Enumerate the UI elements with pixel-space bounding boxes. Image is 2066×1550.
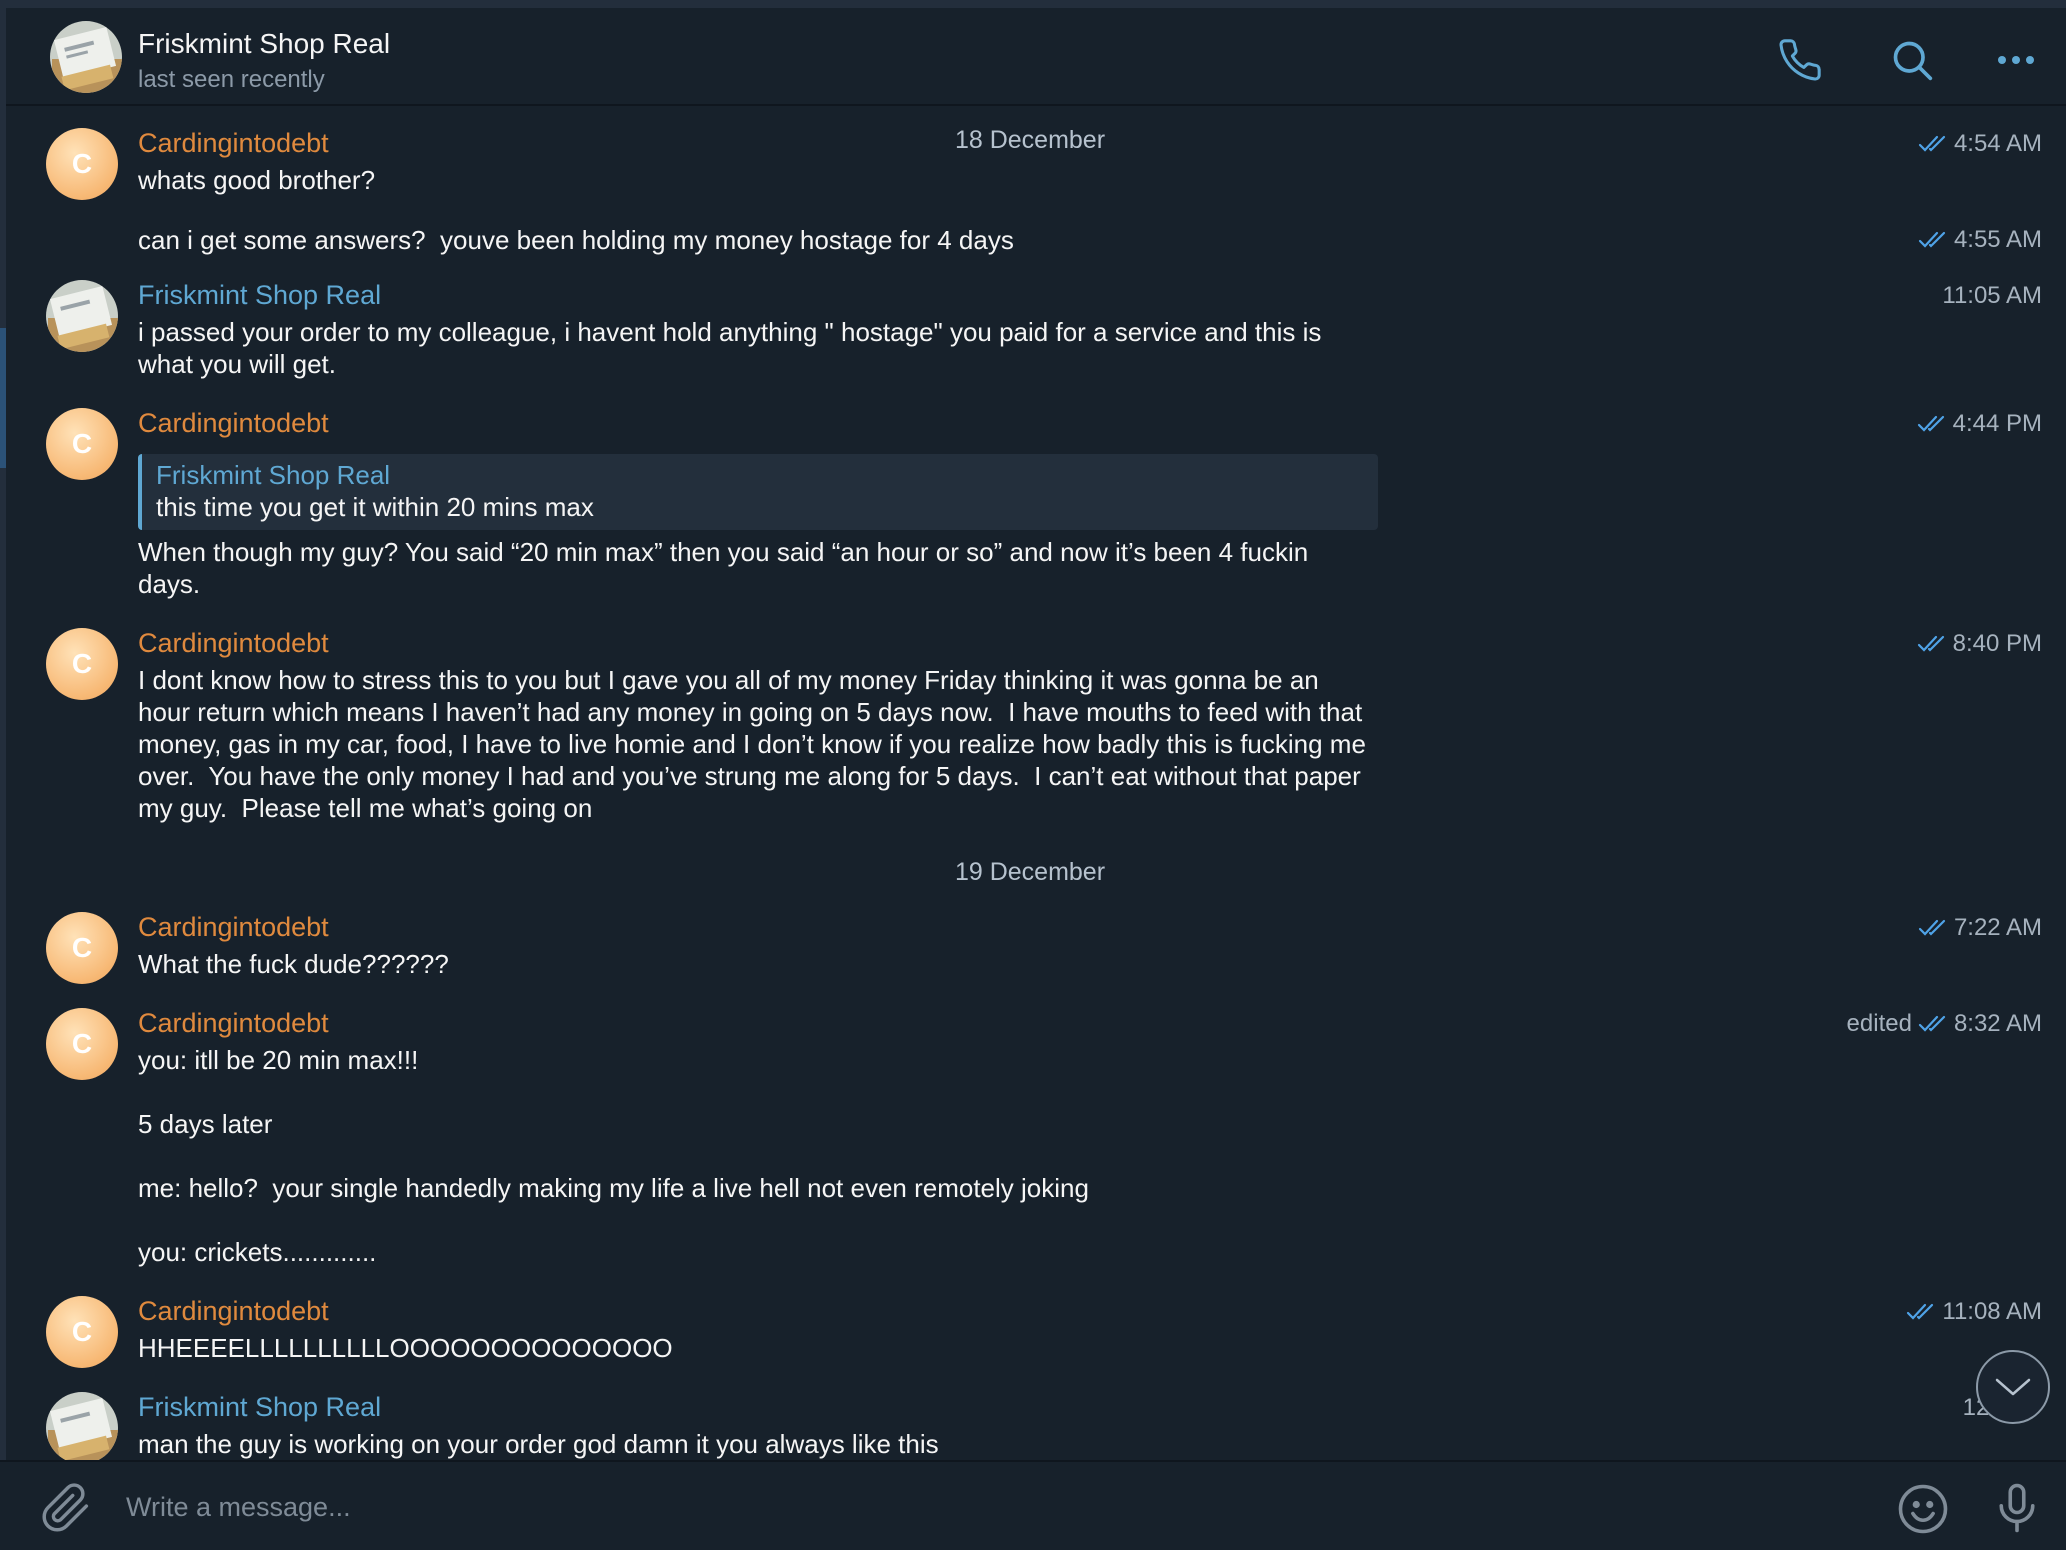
read-checks-icon xyxy=(1907,1303,1934,1320)
reply-quote-sender: Friskmint Shop Real xyxy=(156,460,391,490)
reply-quote[interactable]: Friskmint Shop Real this time you get it… xyxy=(138,454,1378,530)
read-checks-icon xyxy=(1918,919,1946,936)
sender-name[interactable]: Cardingintodebt xyxy=(138,128,329,159)
message-input[interactable] xyxy=(126,1484,1826,1530)
scroll-down-button[interactable] xyxy=(1976,1350,2050,1424)
message-list[interactable]: 18 December C Cardingintodebt whats good… xyxy=(6,108,2066,1460)
contact-avatar[interactable] xyxy=(50,21,122,93)
sender-avatar[interactable]: C xyxy=(46,628,118,700)
message-time: 4:55 AM xyxy=(1918,226,2042,254)
sender-avatar[interactable] xyxy=(46,1392,118,1460)
message-input-bar xyxy=(0,1460,2066,1550)
more-icon[interactable] xyxy=(1992,36,2040,84)
message-text: I dont know how to stress this to you bu… xyxy=(138,665,1366,823)
date-separator: 19 December xyxy=(954,858,1106,886)
message-text: can i get some answers? youve been holdi… xyxy=(138,225,1014,255)
chat-header: Friskmint Shop Real last seen recently xyxy=(6,8,2066,106)
chat-status: last seen recently xyxy=(138,66,325,93)
reply-quote-text: this time you get it within 20 mins max xyxy=(156,492,594,522)
sender-name[interactable]: Friskmint Shop Real xyxy=(138,280,381,311)
message-text: man the guy is working on your order god… xyxy=(138,1429,939,1459)
sender-avatar[interactable]: C xyxy=(46,912,118,984)
message-time: 4:44 PM xyxy=(1917,410,2042,438)
message-text: When though my guy? You said “20 min max… xyxy=(138,537,1309,599)
sender-name[interactable]: Cardingintodebt xyxy=(138,408,329,439)
phone-icon[interactable] xyxy=(1776,36,1824,84)
window-top-strip xyxy=(0,0,2066,8)
emoji-icon[interactable] xyxy=(1896,1482,1950,1536)
sender-avatar[interactable] xyxy=(46,280,118,352)
read-checks-icon xyxy=(1918,231,1946,248)
sender-avatar[interactable]: C xyxy=(46,1296,118,1368)
read-checks-icon xyxy=(1917,415,1944,432)
edited-label: edited xyxy=(1846,1010,1912,1037)
sender-name[interactable]: Cardingintodebt xyxy=(138,1296,329,1327)
sender-name[interactable]: Friskmint Shop Real xyxy=(138,1392,381,1423)
message-text: HHEEEELLLLLLLLLLOOOOOOOOOOOOOO xyxy=(138,1333,673,1363)
sender-name[interactable]: Cardingintodebt xyxy=(138,628,329,659)
sender-name[interactable]: Cardingintodebt xyxy=(138,1008,329,1039)
read-checks-icon xyxy=(1918,135,1946,152)
sender-avatar[interactable]: C xyxy=(46,128,118,200)
read-checks-icon xyxy=(1918,1015,1946,1032)
message-time: edited 8:32 AM xyxy=(1846,1010,2042,1037)
message-time: 11:08 AM xyxy=(1906,1298,2042,1326)
message-time: 4:54 AM xyxy=(1918,130,2042,158)
message-text: whats good brother? xyxy=(138,165,376,195)
message-time: 8:40 PM xyxy=(1917,630,2042,658)
message-text: i passed your order to my colleague, i h… xyxy=(138,317,1322,379)
sender-name[interactable]: Cardingintodebt xyxy=(138,912,329,943)
search-icon[interactable] xyxy=(1888,36,1936,84)
message-text: you: itll be 20 min max!!! 5 days later … xyxy=(138,1045,1089,1267)
message-text: What the fuck dude?????? xyxy=(138,949,449,979)
chat-title[interactable]: Friskmint Shop Real xyxy=(138,28,390,60)
read-checks-icon xyxy=(1917,635,1944,652)
microphone-icon[interactable] xyxy=(1990,1480,2044,1536)
message-time: 11:05 AM xyxy=(1942,282,2042,309)
chevron-down-icon xyxy=(1995,1378,2031,1396)
message-time: 7:22 AM xyxy=(1918,914,2042,942)
sender-avatar[interactable]: C xyxy=(46,1008,118,1080)
attach-icon[interactable] xyxy=(40,1482,92,1534)
sender-avatar[interactable]: C xyxy=(46,408,118,480)
